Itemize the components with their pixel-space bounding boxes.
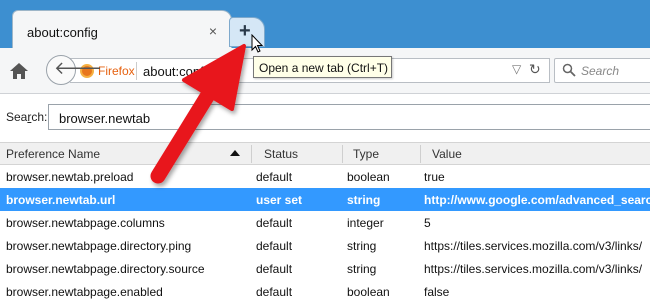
back-button[interactable]: 🡐 — [46, 55, 102, 85]
preferences-table: Preference Name Status Type Value browse… — [0, 142, 650, 303]
table-row[interactable]: browser.newtabpage.enabled default boole… — [0, 280, 650, 303]
search-placeholder: Search — [581, 64, 620, 78]
search-bar[interactable]: Search — [554, 58, 650, 83]
pref-type: boolean — [347, 170, 390, 184]
column-header-value[interactable]: Value — [432, 147, 462, 161]
pref-type: string — [347, 239, 377, 253]
pref-type: string — [347, 193, 381, 207]
pref-name: browser.newtab.preload — [6, 170, 134, 184]
table-header: Preference Name Status Type Value — [0, 142, 650, 165]
tab-about-config[interactable]: about:config × — [12, 10, 232, 48]
column-divider[interactable] — [420, 145, 421, 163]
mouse-cursor-icon — [251, 34, 264, 53]
url-text[interactable]: about:config — [143, 64, 214, 79]
pref-type: string — [347, 262, 377, 276]
pref-type: boolean — [347, 285, 390, 299]
reload-icon[interactable]: ↻ — [529, 61, 541, 78]
pref-name: browser.newtab.url — [6, 193, 116, 207]
back-arrow-icon: 🡐 — [54, 58, 103, 78]
filter-value: browser.newtab — [59, 111, 151, 126]
url-separator — [136, 62, 137, 80]
filter-row: Search: browser.newtab — [0, 103, 650, 131]
table-row[interactable]: browser.newtabpage.columns default integ… — [0, 211, 650, 234]
pref-name: browser.newtabpage.columns — [6, 216, 165, 230]
pref-value: http://www.google.com/advanced_search — [424, 193, 650, 207]
tab-strip: about:config × + — [0, 0, 650, 48]
tab-title: about:config — [27, 25, 98, 40]
pref-status: default — [256, 239, 293, 253]
home-icon[interactable] — [8, 61, 30, 81]
pref-value: https://tiles.services.mozilla.com/v3/li… — [424, 262, 643, 276]
table-row-selected[interactable]: browser.newtab.url user set string http:… — [0, 188, 650, 211]
close-tab-icon[interactable]: × — [209, 23, 217, 39]
pref-value: false — [424, 285, 450, 299]
column-divider[interactable] — [342, 145, 343, 163]
filter-label: Search: — [6, 110, 48, 124]
table-row[interactable]: browser.newtab.preload default boolean t… — [0, 165, 650, 188]
pref-name: browser.newtabpage.directory.ping — [6, 239, 192, 253]
pref-value: https://tiles.services.mozilla.com/v3/li… — [424, 239, 643, 253]
about-config-page: Search: browser.newtab Preference Name S… — [0, 95, 650, 303]
pref-value: true — [424, 170, 445, 184]
pref-status: user set — [256, 193, 303, 207]
pref-status: default — [256, 216, 293, 230]
filter-input[interactable]: browser.newtab — [48, 104, 650, 130]
column-header-preference-name[interactable]: Preference Name — [6, 147, 100, 161]
pref-status: default — [256, 285, 293, 299]
pref-name: browser.newtabpage.enabled — [6, 285, 163, 299]
table-row[interactable]: browser.newtabpage.directory.source defa… — [0, 257, 650, 280]
pref-status: default — [256, 262, 293, 276]
pref-name: browser.newtabpage.directory.source — [6, 262, 205, 276]
identity-label: Firefox — [98, 64, 135, 78]
sort-ascending-icon — [230, 150, 240, 156]
plus-icon: + — [239, 20, 251, 42]
pref-type: integer — [347, 216, 384, 230]
column-divider[interactable] — [251, 145, 252, 163]
table-row[interactable]: browser.newtabpage.directory.ping defaul… — [0, 234, 650, 257]
magnifier-icon — [562, 63, 576, 77]
column-header-status[interactable]: Status — [264, 147, 298, 161]
pref-value: 5 — [424, 216, 431, 230]
new-tab-tooltip: Open a new tab (Ctrl+T) — [253, 56, 392, 78]
column-header-type[interactable]: Type — [353, 147, 379, 161]
history-dropdown-icon[interactable]: ▽ — [512, 62, 521, 76]
pref-status: default — [256, 170, 293, 184]
